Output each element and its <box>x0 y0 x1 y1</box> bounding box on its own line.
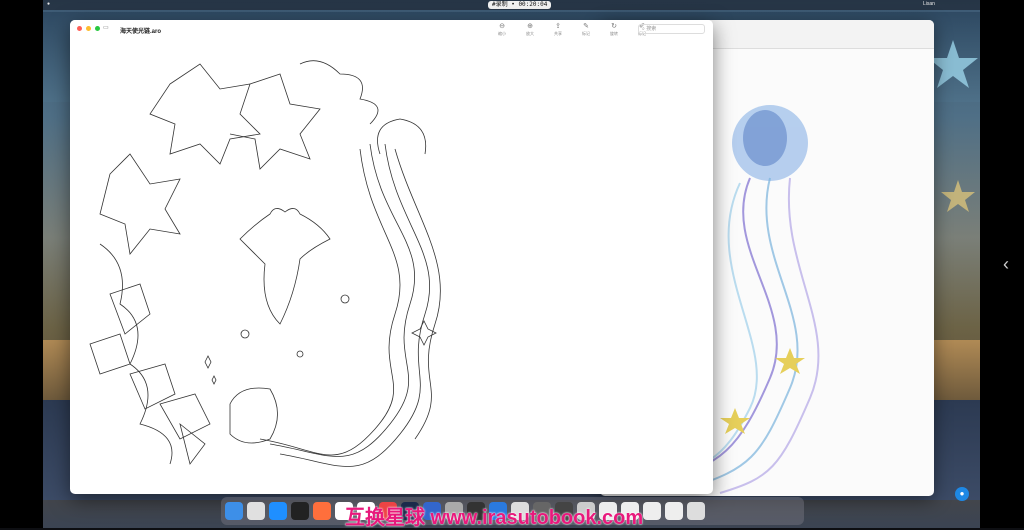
jellyfish-bell <box>377 118 427 155</box>
search-input[interactable]: ⌕ 搜索 <box>638 24 705 34</box>
zoom-button[interactable] <box>95 26 100 31</box>
share-icon: ⇪ <box>555 23 561 30</box>
toolbar: ⊖ 缩小 ⊕ 放大 ⇪ 共享 ✎ 标记 ↻ 旋转 ✐ 标记 <box>491 23 653 37</box>
zoom-in-tool[interactable]: ⊕ 放大 <box>519 23 541 37</box>
document-thumb-icon[interactable] <box>643 502 661 520</box>
chevron-left-icon[interactable]: ‹ <box>1003 254 1009 275</box>
chat-bubble-icon[interactable]: ● <box>955 487 969 501</box>
qq-icon[interactable] <box>291 502 309 520</box>
watermark-text: 互换星球 www.irasutobook.com <box>345 507 644 529</box>
sidebar-toggle-button[interactable]: ▭ <box>103 24 109 31</box>
minimize-button[interactable] <box>86 26 91 31</box>
safari-icon[interactable] <box>269 502 287 520</box>
line-art-canvas <box>89 60 441 467</box>
recording-time: #录制 • 00:20:04 <box>488 1 552 9</box>
screen: ● Lisan #录制 • 00:20:04 ▭ 海天使光链.aro ⊖ 缩小 … <box>0 0 1024 529</box>
finder-icon[interactable] <box>225 502 243 520</box>
lily-outline <box>99 153 181 255</box>
pen-icon: ✎ <box>583 23 589 30</box>
apple-menu-icon[interactable]: ● <box>47 1 50 7</box>
magnifier-minus-icon: ⊖ <box>499 23 505 30</box>
menu-status: Lisan <box>923 1 935 7</box>
zoom-out-tool[interactable]: ⊖ 缩小 <box>491 23 513 37</box>
flower-outline <box>149 63 261 165</box>
document-thumb-icon[interactable] <box>665 502 683 520</box>
window-title: 海天使光链.aro <box>120 29 162 35</box>
app-icon[interactable] <box>313 502 331 520</box>
magnifier-plus-icon: ⊕ <box>527 23 533 30</box>
trash-icon[interactable] <box>687 502 705 520</box>
preview-window-main[interactable]: ▭ 海天使光链.aro ⊖ 缩小 ⊕ 放大 ⇪ 共享 ✎ 标记 ↻ 旋转 ✐ 标记 ⌕ 搜索 <box>70 20 713 494</box>
close-button[interactable] <box>77 26 82 31</box>
rotate-icon: ↻ <box>611 23 617 30</box>
share-tool[interactable]: ⇪ 共享 <box>547 23 569 37</box>
cat-ghost-outline <box>239 208 331 325</box>
title-bar: ▭ 海天使光链.aro ⊖ 缩小 ⊕ 放大 ⇪ 共享 ✎ 标记 ↻ 旋转 ✐ 标记 ⌕ 搜索 <box>70 20 713 44</box>
launchpad-icon[interactable] <box>247 502 265 520</box>
pen-tool[interactable]: ✎ 标记 <box>575 23 597 37</box>
rotate-tool[interactable]: ↻ 旋转 <box>603 23 625 37</box>
